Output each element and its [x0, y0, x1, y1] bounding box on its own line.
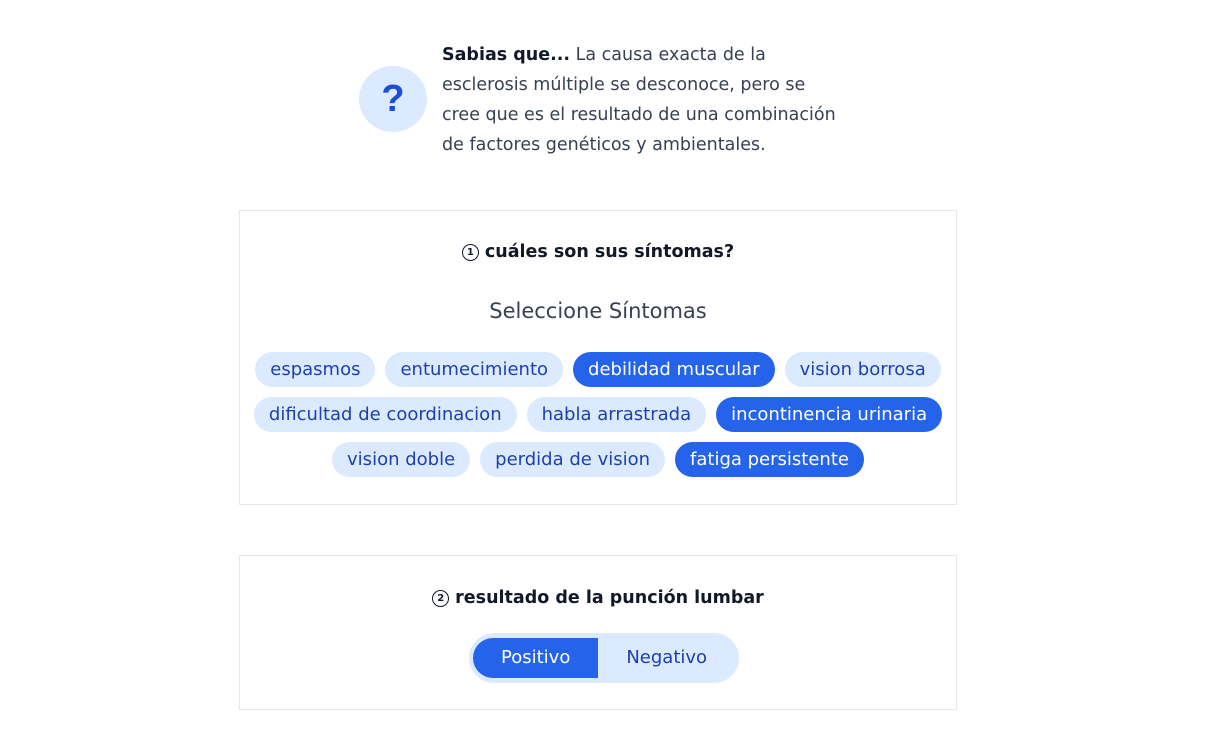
step-2-question: resultado de la punción lumbar — [455, 588, 764, 608]
symptom-chip-entumecimiento[interactable]: entumecimiento — [385, 352, 564, 387]
step-2-number-icon: 2 — [432, 590, 450, 607]
step-1-number-icon: 1 — [461, 244, 479, 261]
chip-row: vision doble perdida de vision fatiga pe… — [240, 442, 956, 477]
symptom-chip-dificultad-de-coordinacion[interactable]: dificultad de coordinacion — [253, 397, 517, 432]
did-you-know-fact: ? Sabias que... La causa exacta de la es… — [359, 40, 859, 160]
symptom-chip-habla-arrastrada[interactable]: habla arrastrada — [526, 397, 707, 432]
question-mark-icon: ? — [359, 66, 427, 132]
page: ? Sabias que... La causa exacta de la es… — [0, 0, 1223, 756]
symptom-chip-vision-doble[interactable]: vision doble — [332, 442, 471, 477]
lumbar-result-toggle: Positivo Negativo — [469, 633, 740, 683]
select-symptoms-label: Seleccione Síntomas — [489, 299, 707, 323]
step-1-title: 1 cuáles son sus síntomas? — [240, 242, 956, 262]
chip-row: dificultad de coordinacion habla arrastr… — [240, 397, 956, 432]
fact-heading: Sabias que... — [442, 45, 571, 65]
step-2-title: 2 resultado de la punción lumbar — [240, 588, 956, 608]
negative-option-button[interactable]: Negativo — [598, 638, 735, 678]
step-1-question: cuáles son sus síntomas? — [484, 242, 735, 262]
symptom-chip-list: espasmos entumecimiento debilidad muscul… — [240, 352, 956, 487]
symptoms-card: 1 cuáles son sus síntomas? Seleccione Sín… — [239, 210, 957, 505]
chip-row: espasmos entumecimiento debilidad muscul… — [240, 352, 956, 387]
positive-option-button[interactable]: Positivo — [473, 638, 599, 678]
symptom-chip-espasmos[interactable]: espasmos — [255, 352, 376, 387]
symptom-chip-fatiga-persistente[interactable]: fatiga persistente — [675, 442, 864, 477]
fact-text: Sabias que... La causa exacta de la escl… — [442, 40, 842, 160]
symptom-chip-incontinencia-urinaria[interactable]: incontinencia urinaria — [716, 397, 943, 432]
lumbar-puncture-card: 2 resultado de la punción lumbar Positivo… — [239, 555, 957, 710]
symptom-chip-perdida-de-vision[interactable]: perdida de vision — [480, 442, 666, 477]
symptom-chip-debilidad-muscular[interactable]: debilidad muscular — [573, 352, 775, 387]
symptom-chip-vision-borrosa[interactable]: vision borrosa — [784, 352, 941, 387]
